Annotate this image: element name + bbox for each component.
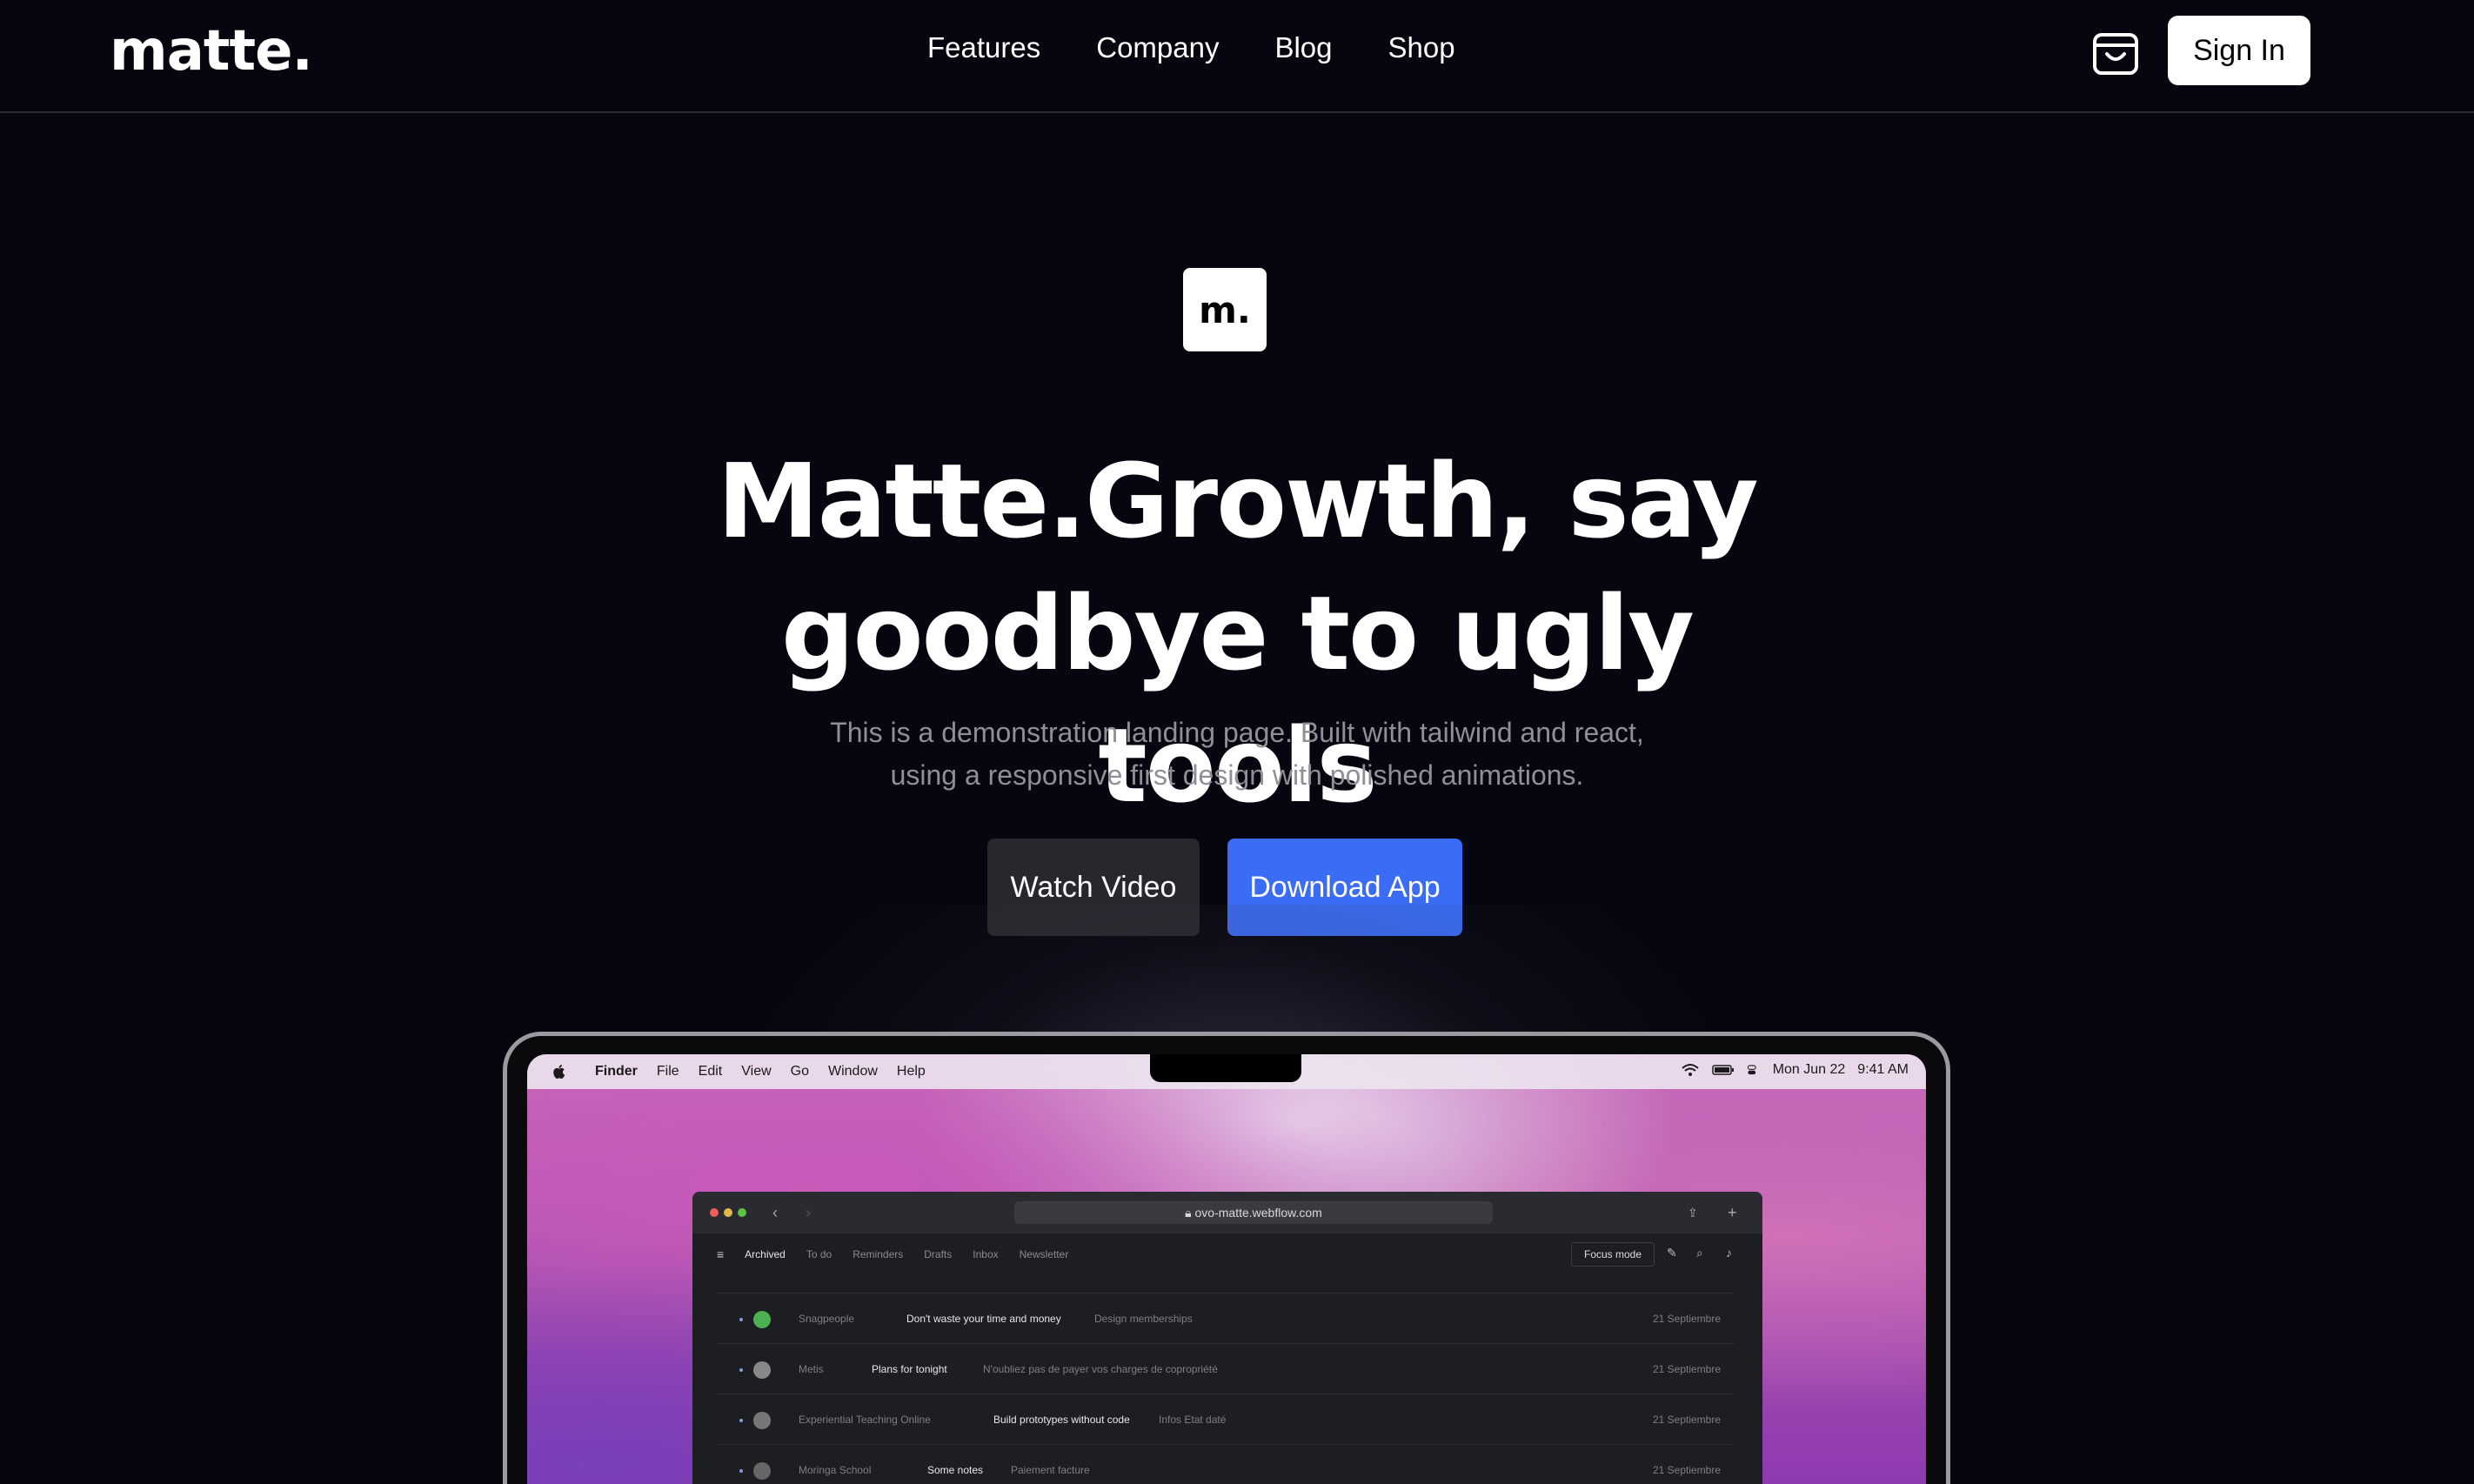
subject: Build prototypes without code [993,1414,1130,1426]
address-bar[interactable]: 🔒︎ ovo-matte.webflow.com [1014,1201,1493,1224]
menubar-date: Mon Jun 22 [1772,1062,1846,1077]
menu-edit[interactable]: Edit [699,1064,723,1080]
laptop-screen: Finder File Edit View Go Window Help Mon… [527,1054,1926,1484]
back-icon[interactable]: ‹ [772,1204,778,1221]
preview: Design memberships [1094,1313,1193,1325]
unread-dot [739,1419,743,1422]
date: 21 Septiembre [1652,1414,1721,1426]
menu-window[interactable]: Window [828,1064,878,1080]
tab-archived[interactable]: Archived [745,1248,786,1260]
top-nav: matte. Features Company Blog Shop Sign I… [0,0,2474,113]
avatar [753,1412,771,1429]
menubar-status: Mon Jun 22 9:41 AM [1681,1062,1909,1078]
nav-link-features[interactable]: Features [927,31,1040,64]
subject: Plans for tonight [872,1363,947,1375]
sender: Snagpeople [799,1313,855,1325]
list-item[interactable]: Snagpeople Don't waste your time and mon… [717,1293,1735,1343]
avatar [753,1311,771,1328]
avatar [753,1361,771,1379]
list-item[interactable]: Experiential Teaching Online Build proto… [717,1394,1735,1444]
menu-go[interactable]: Go [791,1064,809,1080]
subject: Don't waste your time and money [906,1313,1061,1325]
share-icon[interactable]: ⇪ [1688,1204,1698,1221]
menu-view[interactable]: View [741,1064,771,1080]
brand-badge: m. [1183,268,1267,351]
close-window-button[interactable] [710,1208,719,1217]
minimize-window-button[interactable] [724,1208,732,1217]
compose-icon[interactable]: ✎ [1667,1246,1677,1260]
shopping-bag-icon[interactable] [2091,24,2140,77]
maximize-window-button[interactable] [738,1208,746,1217]
sign-in-button[interactable]: Sign In [2168,16,2310,85]
tab-drafts[interactable]: Drafts [924,1248,952,1260]
preview: Paiement facture [1011,1464,1090,1476]
subject: Some notes [927,1464,984,1476]
nav-link-blog[interactable]: Blog [1274,31,1332,64]
new-tab-icon[interactable]: + [1728,1204,1737,1221]
menu-finder[interactable]: Finder [595,1064,638,1080]
nav-links: Features Company Blog Shop [927,31,1455,64]
url-text: ovo-matte.webflow.com [1194,1206,1322,1220]
date: 21 Septiembre [1652,1313,1721,1325]
unread-dot [739,1368,743,1372]
preview: Infos Etat daté [1159,1414,1227,1426]
mac-menubar: Finder File Edit View Go Window Help Mon… [527,1054,1926,1089]
focus-mode-button[interactable]: Focus mode [1571,1242,1655,1267]
date: 21 Septiembre [1652,1464,1721,1476]
nav-link-shop[interactable]: Shop [1388,31,1455,64]
tab-newsletter[interactable]: Newsletter [1020,1248,1069,1260]
camera-notch [1150,1054,1301,1082]
browser-toolbar: ‹ › 🔒︎ ovo-matte.webflow.com ⇪ + [692,1192,1762,1233]
forward-icon[interactable]: › [806,1204,811,1221]
battery-icon[interactable] [1711,1062,1735,1078]
mac-menu-items: Finder File Edit View Go Window Help [595,1064,926,1080]
preview: N'oubliez pas de payer vos charges de co… [983,1363,1218,1375]
date: 21 Septiembre [1652,1363,1721,1375]
sender: Experiential Teaching Online [799,1414,931,1426]
lock-icon: 🔒︎ [1185,1206,1192,1220]
app-tabs: ≡ Archived To do Reminders Drafts Inbox … [717,1247,1068,1261]
browser-window: ‹ › 🔒︎ ovo-matte.webflow.com ⇪ + ≡ Archi… [692,1192,1762,1484]
bell-icon[interactable]: ♪ [1726,1246,1732,1260]
headline-line-1: Matte.Growth, say [717,441,1758,561]
hero-subtitle: This is a demonstration landing page. Bu… [830,717,1644,791]
wifi-icon[interactable] [1681,1062,1700,1078]
menu-icon[interactable]: ≡ [717,1247,724,1261]
sender: Metis [799,1363,824,1375]
apple-icon[interactable] [552,1063,567,1080]
avatar [753,1462,771,1480]
menu-help[interactable]: Help [897,1064,926,1080]
tab-to-do[interactable]: To do [806,1248,832,1260]
sender: Moringa School [799,1464,872,1476]
unread-dot [739,1318,743,1321]
logo[interactable]: matte. [110,19,313,84]
unread-dot [739,1469,743,1473]
tab-reminders[interactable]: Reminders [853,1248,903,1260]
menubar-time: 9:41 AM [1857,1062,1909,1077]
list-item[interactable]: Moringa School Some notes Paiement factu… [717,1444,1735,1484]
control-center-icon[interactable] [1747,1062,1761,1078]
search-icon[interactable]: ⌕ [1696,1246,1703,1260]
list-item[interactable]: Metis Plans for tonight N'oubliez pas de… [717,1343,1735,1394]
tab-inbox[interactable]: Inbox [973,1248,998,1260]
menu-file[interactable]: File [657,1064,679,1080]
nav-link-company[interactable]: Company [1096,31,1219,64]
